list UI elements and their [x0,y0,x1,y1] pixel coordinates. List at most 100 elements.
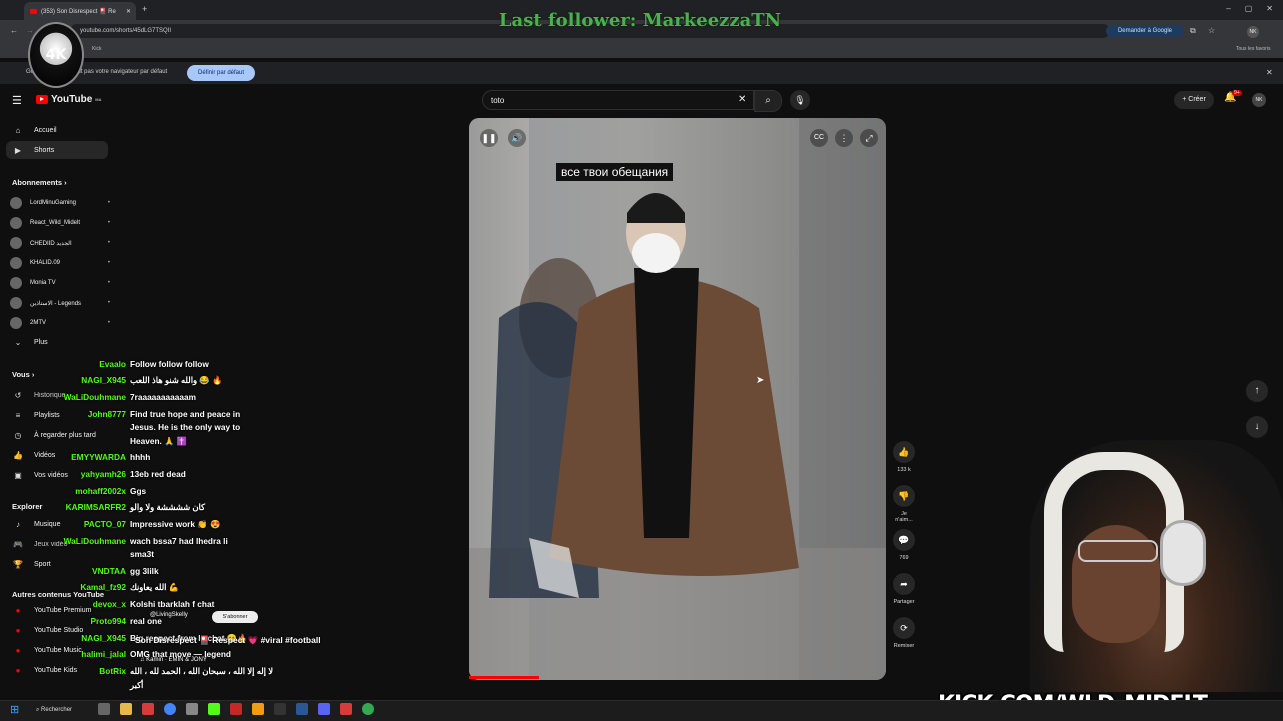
subscription-item[interactable]: React_Wild_Midelt • [10,215,110,231]
windows-start-icon[interactable]: ⊞ [10,703,19,716]
chrome-icon[interactable] [164,703,176,715]
clear-search-icon[interactable]: ✕ [738,94,746,105]
bookmark-kick[interactable]: Kick [92,46,101,52]
short-video-player[interactable] [469,118,886,680]
avatar [10,257,22,269]
new-dot-icon: • [107,260,110,266]
explore-heading: Explorer [12,502,43,511]
discord-icon[interactable] [318,703,330,715]
chat-message: أكبر [60,680,143,690]
chat-message: WaLiDouhmane 7raaaaaaaaaaam [60,392,196,402]
short-title[interactable]: Son Disrespect 🎴 Respect 💗 #viral #footb… [135,635,321,646]
shorts-icon: ▶ [14,145,22,155]
headset-icon [1160,520,1206,586]
volume-icon[interactable]: 🔊 [508,129,526,147]
arrow-up-icon: ↑ [1254,385,1260,396]
chat-text: Ggs [130,486,147,496]
youtube-logo[interactable]: YouTube MA [36,94,102,105]
youtube-logo-text: YouTube [51,94,93,105]
sidebar-item-shorts[interactable]: ▶ Shorts [6,141,108,159]
brave-icon[interactable] [142,703,154,715]
forward-icon[interactable]: → [26,26,34,35]
dislike-label: Je n'aim... [895,511,913,523]
mic-button[interactable]: 🎙 [790,90,810,110]
subscription-item[interactable]: 2MTV • [10,315,110,331]
subscription-item[interactable]: الاستاذين - Legends • [10,295,110,311]
remix-button[interactable]: ⟳ Remixer [893,617,915,649]
chat-message: John8777 Find true hope and peace in [60,409,240,419]
browser-tab[interactable]: (353) Son Disrespect 🎴 Re ✕ [24,2,136,20]
subscription-item[interactable]: Monia TV • [10,275,110,291]
video-caption: все твои обещания [556,163,674,181]
new-tab-button[interactable]: + [142,4,147,14]
share-icon: ➦ [893,573,915,595]
create-button[interactable]: + Créer [1174,91,1214,109]
app-icon[interactable] [296,703,308,715]
short-music[interactable]: ♫ Kamin · EMIN & JONY [140,657,207,663]
close-icon[interactable]: ✕ [126,8,131,15]
taskbar-search-label: Rechercher [41,707,73,713]
like-count: 133 k [897,467,911,473]
chat-text: 13eb red dead [130,469,186,479]
more-options-icon[interactable]: ⋮ [835,129,853,147]
search-input[interactable]: toto [482,90,754,110]
minimize-icon[interactable]: – [1226,4,1230,13]
comments-button[interactable]: 💬 769 [893,529,915,561]
app-icon[interactable] [186,703,198,715]
share-button[interactable]: ➦ Partager [893,573,915,605]
mouse-cursor-icon: ➤ [756,375,765,386]
back-icon[interactable]: ← [10,26,18,35]
subscribe-button[interactable]: S'abonner [212,611,258,623]
subscription-item[interactable]: KHALID.09 • [10,255,110,271]
next-short-button[interactable]: ↓ [1246,416,1268,438]
chat-username [60,422,126,432]
app-icon[interactable] [274,703,286,715]
taskbar-search[interactable]: ⌕ Rechercher [36,703,86,717]
captions-icon[interactable]: CC [810,129,828,147]
profile-avatar[interactable]: NK [1247,26,1259,38]
avatar [10,277,22,289]
chat-message: VNDTAA gg 3lilk [60,566,159,576]
chat-username: John8777 [87,409,126,419]
like-button[interactable]: 👍 133 k [893,441,915,473]
subscription-item[interactable]: LordMinuGaming • [10,195,110,211]
fullscreen-icon[interactable]: ⤢ [860,129,878,147]
chat-message: Kamal_fz92 الله يعاونك 💪 [60,582,179,592]
search-button[interactable]: ⌕ [754,90,782,112]
dislike-button[interactable]: 👎 Je n'aim... [893,485,915,523]
app-icon[interactable] [230,703,242,715]
you-heading[interactable]: Vous › [12,370,34,379]
previous-short-button[interactable]: ↑ [1246,380,1268,402]
set-default-button[interactable]: Définir par défaut [187,65,255,81]
app-icon[interactable] [252,703,264,715]
task-view-icon[interactable] [98,703,110,715]
bookmark-all[interactable]: Tous les favoris [1236,46,1270,52]
subscription-label: Monia TV [30,280,56,286]
kick-icon[interactable] [208,703,220,715]
extensions-icon[interactable]: ⧉ [1190,26,1196,36]
subscription-item[interactable]: CHEDIID الجديد • [10,235,110,251]
star-icon[interactable]: ☆ [1208,26,1215,35]
subscription-label: الاستاذين - Legends [30,300,82,307]
file-explorer-icon[interactable] [120,703,132,715]
infobar-close-icon[interactable]: ✕ [1266,68,1273,77]
pause-icon[interactable]: ❚❚ [480,129,498,147]
subscriptions-heading[interactable]: Abonnements › [12,178,67,187]
maximize-icon[interactable]: ▢ [1245,4,1253,13]
mic-icon: 🎙 [794,95,806,105]
video-progress-bar[interactable] [469,676,539,679]
chrome-icon[interactable] [362,703,374,715]
music-icon: ♪ [16,519,20,529]
avatar[interactable]: NK [1252,93,1266,107]
close-window-icon[interactable]: ✕ [1266,4,1273,13]
sidebar-more[interactable]: ⌄ Plus [0,333,115,351]
app-icon[interactable] [340,703,352,715]
video-icon: ▣ [14,470,22,480]
short-channel[interactable]: @LivingSkelly [150,612,188,618]
sidebar-item-home[interactable]: ⌂ Accueil [0,121,115,139]
ask-google-button[interactable]: Demander à Google [1106,25,1184,37]
arrow-down-icon: ↓ [1254,421,1260,432]
menu-icon[interactable]: ☰ [12,94,22,107]
bookmarks-bar: Kick Tous les favoris [0,42,1283,58]
chat-text: الله يعاونك 💪 [130,582,180,592]
